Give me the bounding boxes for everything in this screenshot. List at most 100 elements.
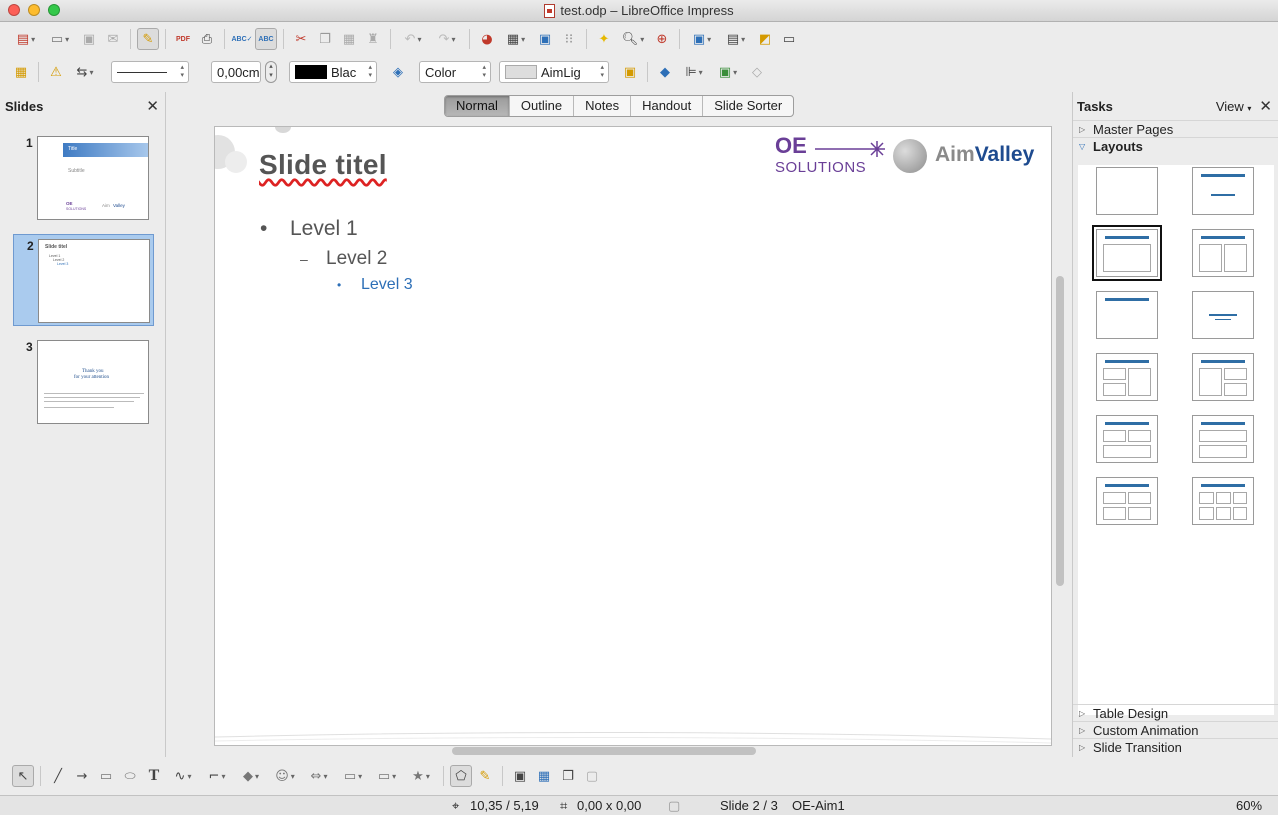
section-master-pages[interactable]: ▷ Master Pages <box>1073 120 1278 137</box>
spellcheck-icon[interactable]: ABC✓ <box>231 28 253 50</box>
redo-icon[interactable]: ↷ <box>431 28 463 50</box>
arrow-style-icon[interactable]: ⇆ <box>69 61 101 83</box>
open-folder-icon[interactable]: ▭ <box>44 28 76 50</box>
layout-title-2content-content[interactable] <box>1096 353 1158 401</box>
save-icon[interactable]: ▣ <box>78 28 100 50</box>
horizontal-scroll-thumb[interactable] <box>452 747 756 755</box>
horizontal-scrollbar[interactable] <box>172 747 1052 755</box>
bullet-level-1[interactable]: • Level 1 <box>260 217 358 241</box>
line-width-spinner[interactable]: ▴ ▾ <box>265 61 277 83</box>
flowchart-icon[interactable]: ▭ <box>337 765 369 787</box>
clone-formatting-icon[interactable]: ♜ <box>362 28 384 50</box>
bullet-level-3[interactable]: • Level 3 <box>337 276 413 294</box>
email-icon[interactable]: ✉ <box>102 28 124 50</box>
layout-title-6-content[interactable] <box>1192 477 1254 525</box>
zoom-level[interactable]: 60% <box>1236 798 1262 813</box>
area-style-select[interactable]: Color ▴ ▾ <box>419 61 491 83</box>
text-tool-icon[interactable]: T <box>143 765 165 787</box>
new-document-icon[interactable]: ▤ <box>10 28 42 50</box>
slide-thumbnail-3[interactable]: 3 Thank you for your attention <box>13 336 154 428</box>
copy-icon[interactable]: ❐ <box>314 28 336 50</box>
view-menu[interactable]: View ▾ <box>1216 99 1252 114</box>
slide-design-icon[interactable]: ◩ <box>754 28 776 50</box>
layout-title-content-over-content[interactable] <box>1192 415 1254 463</box>
ellipse-tool-icon[interactable]: ⬭ <box>119 765 141 787</box>
points-icon[interactable]: ◇ <box>746 61 768 83</box>
tab-notes[interactable]: Notes <box>574 96 632 116</box>
presentation-icon[interactable]: ▭ <box>778 28 800 50</box>
grid-icon[interactable]: ⁝⁝ <box>558 28 580 50</box>
area-fill-select[interactable]: AimLig ▴ ▾ <box>499 61 609 83</box>
callouts-icon[interactable]: ▭ <box>371 765 403 787</box>
align-icon[interactable]: ⊫ <box>678 61 710 83</box>
line-color-select[interactable]: Blac ▴ ▾ <box>289 61 377 83</box>
layout-title-slide[interactable] <box>1192 167 1254 215</box>
layout-title-2content-over-content[interactable] <box>1096 415 1158 463</box>
layout-title-4-content[interactable] <box>1096 477 1158 525</box>
layout-centered-text[interactable] <box>1192 291 1254 339</box>
gallery-icon[interactable]: ▦ <box>533 765 555 787</box>
arrow-tool-icon[interactable]: → <box>71 765 93 787</box>
connector-tool-icon[interactable]: ⌐ <box>201 765 233 787</box>
tab-normal[interactable]: Normal <box>445 96 510 116</box>
zoom-icon[interactable]: 🔍︎ <box>617 28 649 50</box>
close-window-button[interactable] <box>8 4 20 16</box>
area-icon[interactable]: ◈ <box>387 61 409 83</box>
autospellcheck-icon[interactable]: ABC <box>255 28 277 50</box>
line-tool-icon[interactable]: ╱ <box>47 765 69 787</box>
layout-title-content-2content[interactable] <box>1192 353 1254 401</box>
fontwork-icon[interactable]: ✦ <box>593 28 615 50</box>
paste-icon[interactable]: ▦ <box>338 28 360 50</box>
basic-shapes-icon[interactable]: ◆ <box>235 765 267 787</box>
slide-thumbnail-2[interactable]: 2 Slide titel Level 1 Level 2 Level 3 <box>13 234 154 326</box>
section-custom-animation[interactable]: ▷ Custom Animation <box>1073 721 1278 738</box>
section-slide-transition[interactable]: ▷ Slide Transition <box>1073 738 1278 755</box>
curve-tool-icon[interactable]: ∿ <box>167 765 199 787</box>
minimize-window-button[interactable] <box>28 4 40 16</box>
glue-points-icon[interactable]: ✎ <box>474 765 496 787</box>
vertical-scroll-thumb[interactable] <box>1056 276 1064 586</box>
layout-blank[interactable] <box>1096 167 1158 215</box>
shadow-icon[interactable]: ▣ <box>619 61 641 83</box>
vertical-scrollbar[interactable] <box>1056 126 1064 746</box>
layout-title-only[interactable] <box>1096 291 1158 339</box>
section-table-design[interactable]: ▷ Table Design <box>1073 704 1278 721</box>
rotate-icon[interactable]: ◆ <box>654 61 676 83</box>
zoom-window-button[interactable] <box>48 4 60 16</box>
undo-icon[interactable]: ↶ <box>397 28 429 50</box>
export-pdf-icon[interactable]: PDF <box>172 28 194 50</box>
points-edit-icon[interactable]: ⬠ <box>450 765 472 787</box>
slide-canvas[interactable]: Slide titel OE SOLUTIONS AimValley • Leve… <box>214 126 1052 746</box>
layout-title-2-content[interactable] <box>1192 229 1254 277</box>
arrange-icon[interactable]: ▣ <box>712 61 744 83</box>
close-tasks-panel-icon[interactable]: ✕ <box>1259 97 1272 115</box>
slide-title[interactable]: Slide titel <box>259 149 387 181</box>
slide-thumbnail-1[interactable]: 1 Title Subtitle OE SOLUTIONS Aim Valley <box>13 132 154 224</box>
line-style-select[interactable]: ▴ ▾ <box>111 61 189 83</box>
table-icon[interactable]: ▦ <box>500 28 532 50</box>
from-file-icon[interactable]: ▣ <box>509 765 531 787</box>
toggle-extrusion-icon[interactable]: ❐ <box>557 765 579 787</box>
section-layouts[interactable]: ▽ Layouts <box>1073 137 1278 154</box>
tab-slide-sorter[interactable]: Slide Sorter <box>703 96 793 116</box>
edit-file-icon[interactable]: ✎ <box>137 28 159 50</box>
bullet-level-2[interactable]: – Level 2 <box>300 248 387 270</box>
tab-handout[interactable]: Handout <box>631 96 704 116</box>
stars-icon[interactable]: ★ <box>405 765 437 787</box>
tab-outline[interactable]: Outline <box>510 96 575 116</box>
slide-icon[interactable]: ▣ <box>686 28 718 50</box>
image-icon[interactable]: ▣ <box>534 28 556 50</box>
cut-icon[interactable]: ✂ <box>290 28 312 50</box>
line-width-field[interactable]: 0,00cm <box>211 61 261 83</box>
layout-title-content[interactable] <box>1092 225 1162 281</box>
block-arrows-icon[interactable]: ⇔ <box>303 765 335 787</box>
document-modified-icon[interactable]: ▢ <box>668 798 680 814</box>
styles-icon[interactable]: ▦ <box>10 61 32 83</box>
select-arrow-icon[interactable]: ↖ <box>12 765 34 787</box>
help-icon[interactable]: ⊕ <box>651 28 673 50</box>
line-icon[interactable]: ⚠ <box>45 61 67 83</box>
symbol-shapes-icon[interactable]: ☺ <box>269 765 301 787</box>
shadow-tool-icon[interactable]: ▢ <box>581 765 603 787</box>
slide-layout-icon[interactable]: ▤ <box>720 28 752 50</box>
chart-icon[interactable]: ◕ <box>476 28 498 50</box>
